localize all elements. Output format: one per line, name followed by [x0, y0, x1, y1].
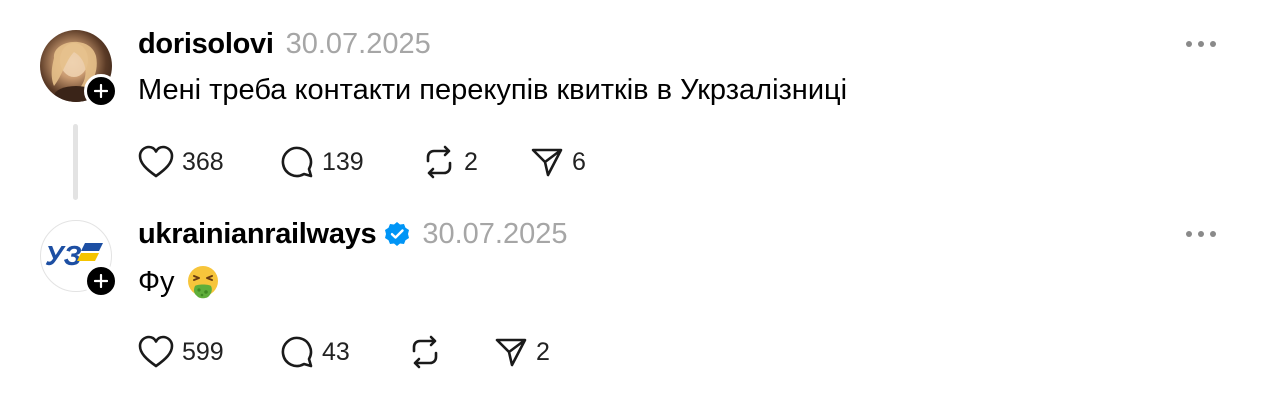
- comment-icon: [281, 146, 313, 178]
- repost-icon: [412, 335, 438, 369]
- comment-icon: [281, 336, 313, 368]
- thread-connector-line: [73, 124, 78, 200]
- follow-button[interactable]: [84, 264, 118, 298]
- heart-icon: [138, 145, 174, 178]
- avatar-container[interactable]: [40, 30, 118, 108]
- reply-button[interactable]: 139: [280, 144, 364, 180]
- post-header: ukrainianrailways 30.07.2025: [138, 216, 567, 252]
- like-button[interactable]: 368: [138, 144, 224, 180]
- send-icon: [495, 338, 527, 367]
- thread-post: УЗ ukrainianrailways 30.07.2025 Фу 599 4…: [0, 200, 1262, 400]
- share-button[interactable]: 6: [530, 144, 586, 180]
- username[interactable]: dorisolovi: [138, 28, 274, 61]
- post-text: Мені треба контакти перекупів квитків в …: [138, 74, 847, 107]
- share-count: 6: [572, 147, 586, 176]
- plus-icon: [94, 84, 108, 98]
- follow-button[interactable]: [84, 74, 118, 108]
- post-body: Мені треба контакти перекупів квитків в …: [138, 74, 848, 106]
- repost-button[interactable]: 2: [422, 144, 478, 180]
- reply-button[interactable]: 43: [280, 334, 350, 370]
- like-count: 599: [182, 337, 224, 366]
- thread-post: dorisolovi 30.07.2025 Мені треба контакт…: [0, 0, 1262, 200]
- repost-icon: [426, 145, 452, 179]
- send-icon: [531, 148, 563, 177]
- like-button[interactable]: 599: [138, 334, 224, 370]
- svg-text:УЗ: УЗ: [45, 240, 82, 271]
- reply-count: 139: [322, 147, 364, 176]
- username[interactable]: ukrainianrailways: [138, 218, 377, 251]
- post-text: Фу: [138, 264, 221, 300]
- more-horizontal-icon[interactable]: [1186, 39, 1216, 49]
- plus-icon: [94, 274, 108, 288]
- timestamp[interactable]: 30.07.2025: [286, 28, 431, 61]
- more-horizontal-icon[interactable]: [1186, 229, 1216, 239]
- vomiting-face-emoji: [187, 266, 218, 299]
- post-body: Фу: [138, 265, 175, 298]
- repost-count: 2: [464, 147, 478, 176]
- verified-badge-icon: [385, 222, 410, 246]
- timestamp[interactable]: 30.07.2025: [422, 218, 567, 251]
- reply-count: 43: [322, 337, 350, 366]
- repost-button[interactable]: [408, 334, 450, 370]
- share-button[interactable]: 2: [494, 334, 550, 370]
- like-count: 368: [182, 147, 224, 176]
- avatar-container[interactable]: УЗ: [40, 220, 118, 298]
- post-header: dorisolovi 30.07.2025: [138, 26, 431, 62]
- heart-icon: [138, 335, 174, 368]
- share-count: 2: [536, 337, 550, 366]
